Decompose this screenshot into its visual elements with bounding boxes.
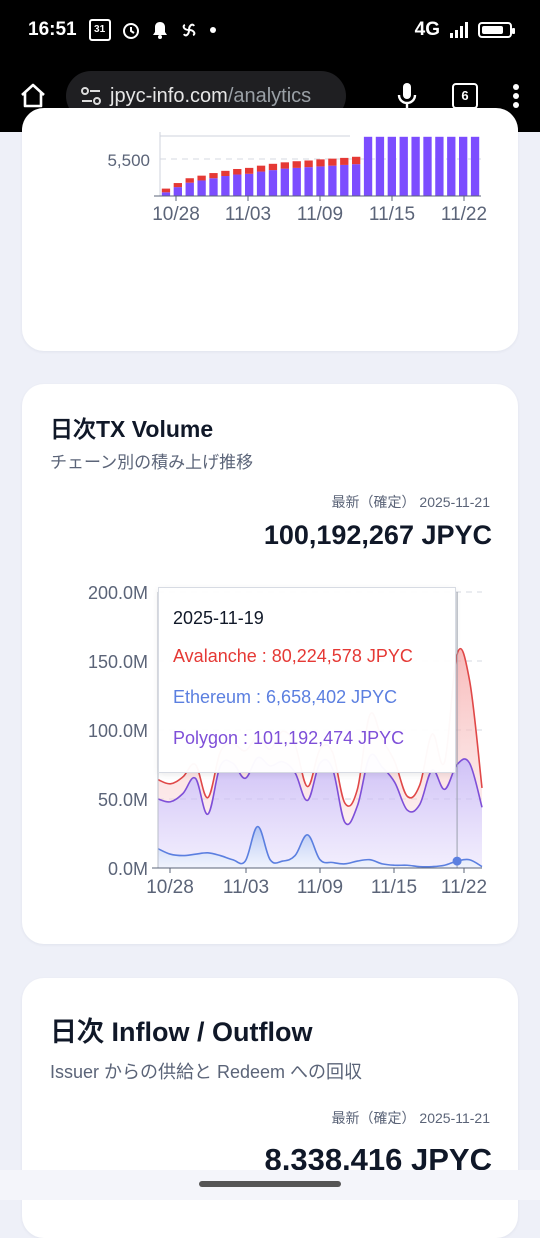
y-tick-label: 150.0M [88, 652, 148, 672]
bar-segment [280, 162, 289, 169]
gesture-handle[interactable] [199, 1181, 341, 1187]
x-tick-label: 11/22 [441, 204, 487, 225]
bar-segment [292, 161, 301, 168]
hover-point [452, 856, 462, 866]
bar-segment [197, 180, 206, 196]
bar-segment [316, 159, 325, 167]
card-subtitle: チェーン別の積み上げ推移 [50, 453, 254, 472]
latest-label: 最新（確定） 2025-11-21 [331, 1110, 490, 1126]
bar-segment [423, 136, 432, 196]
bar-segment [185, 178, 194, 183]
bar-segment [304, 160, 313, 168]
bar-segment [256, 171, 266, 196]
x-tick-label: 11/03 [225, 204, 271, 225]
y-tick-label: 100.0M [88, 721, 148, 741]
microphone-icon[interactable] [396, 81, 418, 111]
bar-segment [435, 136, 444, 196]
bar-segment [328, 158, 337, 166]
y-tick-label: 0.0M [108, 859, 148, 879]
bar-segment [185, 182, 194, 196]
bar-segment [209, 178, 218, 196]
calendar-icon: 31 [88, 19, 111, 41]
tooltip-row-polygon: Polygon : 101,192,474 JPYC [173, 728, 405, 748]
chart-tooltip: 2025-11-19 Avalanche : 80,224,578 JPYC E… [158, 587, 456, 773]
y-tick-label: 200.0M [88, 583, 148, 603]
bar-segment [268, 170, 278, 196]
bar-segment [256, 165, 266, 172]
bell-icon [152, 22, 167, 39]
x-tick-label: 11/09 [297, 877, 343, 898]
bar-segment [233, 168, 242, 175]
y-tick-label: 50.0M [98, 790, 148, 810]
url-path: /analytics [227, 84, 312, 107]
card-title: 日次TX Volume [50, 416, 214, 442]
bar-segment [459, 136, 468, 196]
bar-segment [161, 192, 171, 196]
bar-segment [280, 168, 289, 196]
bar-segment [328, 165, 337, 196]
bar-segment [245, 173, 254, 196]
supply-bar-chart: 5,500 10/28 11/03 11/09 11/15 11/22 [107, 132, 487, 225]
tooltip-row-ethereum: Ethereum : 6,658,402 JPYC [173, 687, 398, 707]
status-time: 16:51 [28, 19, 77, 40]
url-host: jpyc-info.com [110, 84, 228, 107]
network-label: 4G [414, 19, 440, 40]
bar-segment [375, 136, 385, 196]
site-settings-icon[interactable] [80, 86, 102, 106]
bar-segment [399, 136, 408, 196]
alarm-icon [122, 23, 139, 39]
bar-segment [363, 136, 373, 196]
x-tick-label: 11/03 [223, 877, 269, 898]
bar-segment [352, 156, 361, 165]
y-tick-label: 5,500 [107, 151, 150, 170]
bar-segment [447, 136, 456, 196]
card-title: 日次 Inflow / Outflow [50, 1017, 313, 1047]
bar-segment [221, 170, 230, 177]
x-tick-label: 11/22 [441, 877, 487, 898]
bar-segment [233, 174, 242, 196]
x-tick-label: 11/09 [297, 204, 343, 225]
bar-segment [268, 163, 278, 171]
bar-segment [470, 136, 480, 196]
bar-segment [173, 187, 182, 196]
bar-segment [245, 167, 254, 174]
status-bar: 16:51 31 4G [0, 0, 540, 60]
bar-segment [173, 183, 182, 188]
x-tick-label: 11/15 [369, 204, 415, 225]
x-tick-label: 10/28 [152, 204, 200, 225]
bar-segment [161, 188, 171, 193]
x-tick-label: 11/15 [371, 877, 417, 898]
tooltip-date: 2025-11-19 [173, 608, 264, 628]
signal-icon [450, 22, 468, 38]
bar-segment [221, 176, 230, 196]
bar-segment [340, 157, 349, 165]
tab-switcher-button[interactable]: 6 [452, 83, 478, 109]
bar-segment [387, 136, 396, 196]
bar-segment [340, 164, 349, 196]
bar-segment [352, 164, 361, 196]
bar-segment [411, 136, 420, 196]
pinwheel-icon [182, 23, 195, 37]
battery-icon [478, 22, 515, 38]
latest-value: 100,192,267 JPYC [263, 520, 492, 550]
bar-segment [197, 175, 206, 181]
x-tick-label: 10/28 [146, 877, 194, 898]
home-icon [21, 83, 45, 108]
tooltip-row-avalanche: Avalanche : 80,224,578 JPYC [173, 646, 413, 666]
latest-label: 最新（確定） 2025-11-21 [331, 494, 490, 510]
bar-segment [209, 173, 218, 179]
dot-icon [209, 27, 216, 33]
bar-segment [292, 167, 301, 196]
more-menu-icon[interactable] [512, 83, 520, 109]
card-subtitle: Issuer からの供給と Redeem への回収 [50, 1062, 363, 1082]
bar-segment [316, 166, 325, 196]
bar-segment [304, 167, 313, 196]
